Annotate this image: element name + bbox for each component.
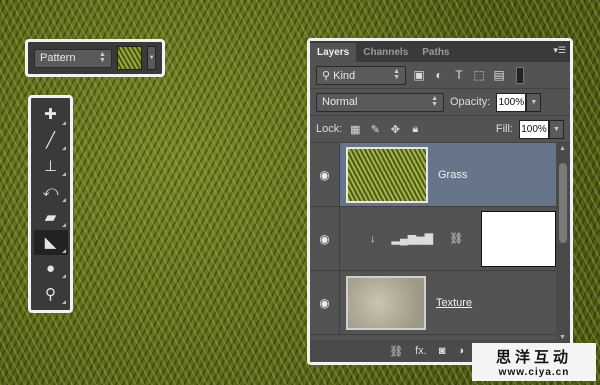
visibility-toggle[interactable]: ◉ [310,207,340,270]
layer-name[interactable]: Grass [438,169,467,181]
history-brush-icon: ⤺ [42,182,59,200]
tab-channels[interactable]: Channels [356,43,415,62]
adjustment-icon[interactable]: ◑ [457,345,464,357]
tool-column: ✚ ╱ ⊥ ⤺ ▰ ◣ ● ⚲ [28,95,73,313]
scroll-thumb[interactable] [559,163,567,243]
levels-histogram-icon: ▂▄▆▅▇ [391,233,434,245]
opacity-field[interactable]: 100% [496,92,527,112]
lock-position-icon[interactable]: ✥ [388,123,402,136]
layer-row-adjustment[interactable]: ◉ ↓ ▂▄▆▅▇ ⛓ [310,207,570,271]
filter-toggle[interactable] [516,66,524,84]
tool-options-bar: Pattern ▲ ▼ ▼ [25,39,165,77]
pixel-filter-icon[interactable]: ▣ [412,68,426,82]
lock-image-icon[interactable]: ✎ [368,123,382,136]
brush-tool[interactable]: ╱ [34,128,68,153]
adjustment-layer-icons: ↓ ▂▄▆▅▇ ⛓ [370,232,464,246]
fill-field[interactable]: 100% [519,119,549,139]
dropdown-arrows-icon: ▲ ▼ [431,95,438,108]
drop-icon: ● [45,259,56,277]
eye-icon: ◉ [319,295,330,310]
mask-icon[interactable]: ◙ [439,345,446,357]
lock-all-icon[interactable]: 🔒︎ [408,123,422,136]
blur-tool[interactable]: ● [34,256,68,281]
scroll-up-icon[interactable]: ▲ [559,145,566,152]
opacity-label: Opacity: [450,96,491,108]
adjustment-filter-icon[interactable]: ◐ [432,68,446,82]
filter-kind-dropdown[interactable]: ⚲ Kind ▲ ▼ [316,65,406,85]
eraser-icon: ▰ [44,208,57,226]
pattern-picker-arrow-icon[interactable]: ▼ [147,46,156,70]
brush-icon: ╱ [45,131,56,149]
layer-row-texture[interactable]: ◉ Texture [310,271,570,335]
filter-row: ⚲ Kind ▲ ▼ ▣ ◐ T ⬚ ▤ [310,62,570,89]
dodge-icon: ⚲ [45,285,56,303]
shape-filter-icon[interactable]: ⬚ [472,68,486,82]
fx-icon[interactable]: fx. [415,345,427,357]
fill-arrow-icon[interactable]: ▼ [549,119,564,139]
healing-brush-icon: ✚ [44,106,57,124]
lock-transparent-icon[interactable]: ▦ [348,123,362,136]
fill-source-value: Pattern [40,52,76,64]
lock-label: Lock: [316,123,343,135]
layers-panel: Layers Channels Paths ▾☰ ⚲ Kind ▲ ▼ ▣ ◐ T… [307,38,573,365]
pattern-swatch[interactable] [116,46,143,70]
watermark: 思洋互动 www.ciya.cn [472,343,596,381]
paint-bucket-icon: ◣ [44,234,57,252]
panel-menu-icon[interactable]: ▾☰ [553,45,566,56]
link-icon[interactable]: ⛓ [389,345,403,358]
fill-label: Fill: [495,123,513,135]
blend-row: Normal ▲ ▼ Opacity: 100% ▼ [310,89,570,116]
paint-bucket-tool[interactable]: ◣ [33,230,68,255]
lock-row: Lock: ▦ ✎ ✥ 🔒︎ Fill: 100% ▼ [310,116,570,143]
chain-link-icon: ⛓ [449,233,464,245]
watermark-url: www.ciya.cn [498,367,570,378]
layer-thumbnail [346,146,428,203]
layer-scrollbar[interactable]: ▲ ▼ [556,143,570,343]
blend-mode-value: Normal [322,96,358,108]
tab-paths[interactable]: Paths [415,43,456,62]
tab-layers[interactable]: Layers [310,43,357,62]
layer-thumbnail [346,275,426,330]
dodge-tool[interactable]: ⚲ [34,281,68,306]
type-filter-icon[interactable]: T [452,68,466,82]
filter-kind-value: Kind [333,69,356,82]
history-brush-tool[interactable]: ⤺ [34,179,68,204]
filter-kind-label: ⚲ Kind [322,69,356,82]
healing-brush-tool[interactable]: ✚ [34,102,68,127]
eraser-tool[interactable]: ▰ [34,205,68,230]
eye-icon: ◉ [319,167,330,182]
watermark-chinese: 思洋互动 [495,348,572,366]
stamp-icon: ⊥ [43,157,58,175]
smart-object-filter-icon[interactable]: ▤ [492,68,506,82]
layer-list: ◉ Grass ◉ ↓ ▂▄▆▅▇ ⛓ ◉ Texture ▲ ▼ [310,143,570,343]
dropdown-arrows-icon: ▲ ▼ [99,51,106,64]
layer-name[interactable]: Texture [436,297,472,309]
clip-arrow-icon: ↓ [370,232,376,245]
visibility-toggle[interactable]: ◉ [310,271,340,334]
dropdown-arrows-icon: ▲ ▼ [393,68,400,81]
layer-row-grass[interactable]: ◉ Grass [310,143,570,207]
panel-tabbar: Layers Channels Paths ▾☰ [310,41,570,62]
visibility-toggle[interactable]: ◉ [310,143,340,206]
layer-mask-thumbnail[interactable] [481,210,556,267]
eye-icon: ◉ [319,231,330,246]
clone-stamp-tool[interactable]: ⊥ [34,153,68,178]
blend-mode-dropdown[interactable]: Normal ▲ ▼ [316,92,444,112]
opacity-arrow-icon[interactable]: ▼ [526,92,542,112]
fill-source-dropdown[interactable]: Pattern ▲ ▼ [34,48,112,68]
